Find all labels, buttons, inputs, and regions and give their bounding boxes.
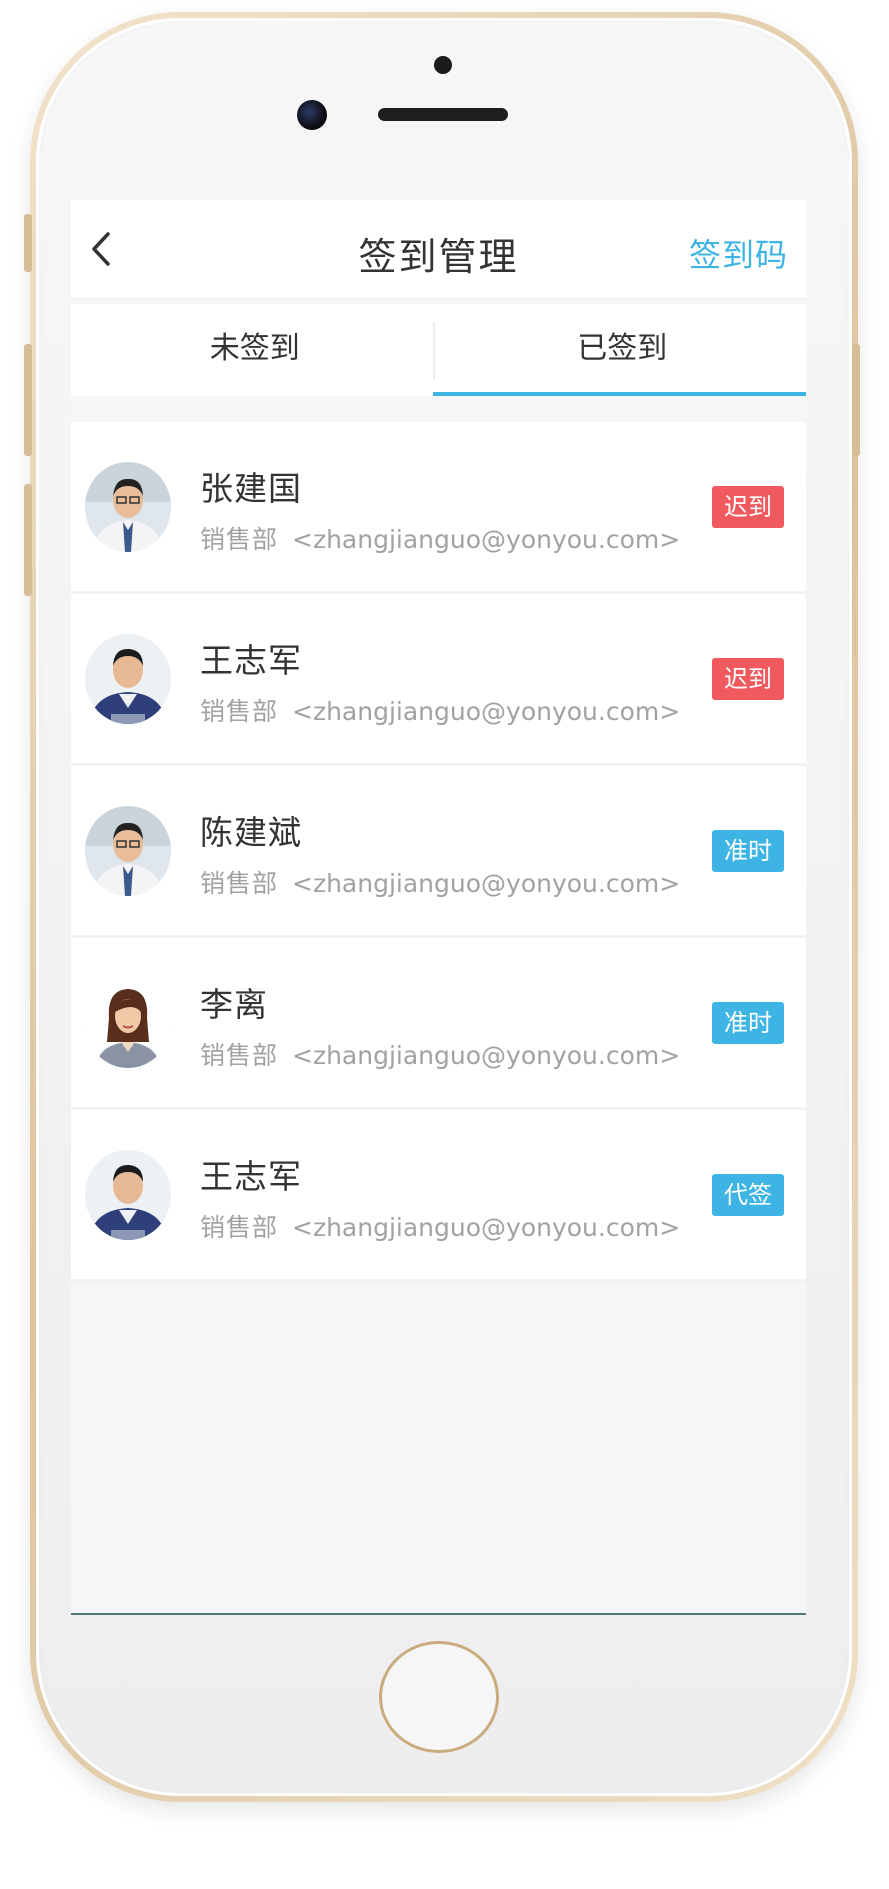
attendee-name: 张建国 (200, 469, 302, 508)
attendee-meta: 销售部 <zhangjianguo@yonyou.com> (200, 520, 680, 556)
attendee-name: 陈建斌 (200, 813, 302, 852)
attendee-meta: 销售部 <zhangjianguo@yonyou.com> (200, 692, 680, 728)
list-item[interactable]: 王志军 销售部 <zhangjianguo@yonyou.com> 迟到 (71, 594, 806, 766)
app-screen: 签到管理 签到码 未签到 已签到 张建国 销售部 <zhangjianguo@yo… (71, 200, 806, 1613)
attendee-meta: 销售部 <zhangjianguo@yonyou.com> (200, 1036, 680, 1072)
front-camera (297, 100, 327, 130)
checkin-code-button[interactable]: 签到码 (689, 230, 788, 276)
tab-divider (433, 322, 435, 380)
volume-down-button (24, 484, 32, 596)
tab-not-checked-in[interactable]: 未签到 (71, 304, 439, 396)
volume-up-button (24, 344, 32, 456)
attendee-department: 销售部 (200, 869, 279, 898)
attendee-email: <zhangjianguo@yonyou.com> (292, 869, 681, 898)
attendee-meta: 销售部 <zhangjianguo@yonyou.com> (200, 864, 680, 900)
attendee-name: 王志军 (200, 641, 302, 680)
list-item[interactable]: 陈建斌 销售部 <zhangjianguo@yonyou.com> 准时 (71, 766, 806, 938)
status-badge: 准时 (712, 1002, 784, 1044)
attendee-meta: 销售部 <zhangjianguo@yonyou.com> (200, 1208, 680, 1244)
earpiece-speaker (378, 108, 508, 121)
status-badge: 准时 (712, 830, 784, 872)
mute-switch (24, 214, 32, 272)
man-glasses-avatar (85, 806, 171, 896)
tab-bar: 未签到 已签到 (71, 304, 806, 396)
man-sweater-avatar (85, 1150, 171, 1240)
attendee-department: 销售部 (200, 1041, 279, 1070)
attendee-name: 王志军 (200, 1157, 302, 1196)
attendee-name: 李离 (200, 985, 268, 1024)
list-item[interactable]: 张建国 销售部 <zhangjianguo@yonyou.com> 迟到 (71, 422, 806, 594)
attendee-list: 张建国 销售部 <zhangjianguo@yonyou.com> 迟到 王志军 … (71, 422, 806, 1282)
proximity-sensor (434, 56, 452, 74)
attendee-email: <zhangjianguo@yonyou.com> (292, 1041, 681, 1070)
woman-avatar (85, 978, 171, 1068)
status-badge: 迟到 (712, 486, 784, 528)
attendee-email: <zhangjianguo@yonyou.com> (292, 525, 681, 554)
attendee-email: <zhangjianguo@yonyou.com> (292, 1213, 681, 1242)
man-glasses-avatar (85, 462, 171, 552)
status-badge: 代签 (712, 1174, 784, 1216)
attendee-department: 销售部 (200, 1213, 279, 1242)
tab-checked-in[interactable]: 已签到 (439, 304, 807, 396)
attendee-department: 销售部 (200, 697, 279, 726)
home-button[interactable] (379, 1641, 499, 1753)
active-tab-indicator (433, 392, 806, 396)
status-badge: 迟到 (712, 658, 784, 700)
man-sweater-avatar (85, 634, 171, 724)
list-item[interactable]: 李离 销售部 <zhangjianguo@yonyou.com> 准时 (71, 938, 806, 1110)
attendee-email: <zhangjianguo@yonyou.com> (292, 697, 681, 726)
attendee-department: 销售部 (200, 525, 279, 554)
power-button (852, 344, 860, 456)
screen-edge (71, 1613, 806, 1615)
nav-bar: 签到管理 签到码 (71, 200, 806, 299)
list-item[interactable]: 王志军 销售部 <zhangjianguo@yonyou.com> 代签 (71, 1110, 806, 1282)
